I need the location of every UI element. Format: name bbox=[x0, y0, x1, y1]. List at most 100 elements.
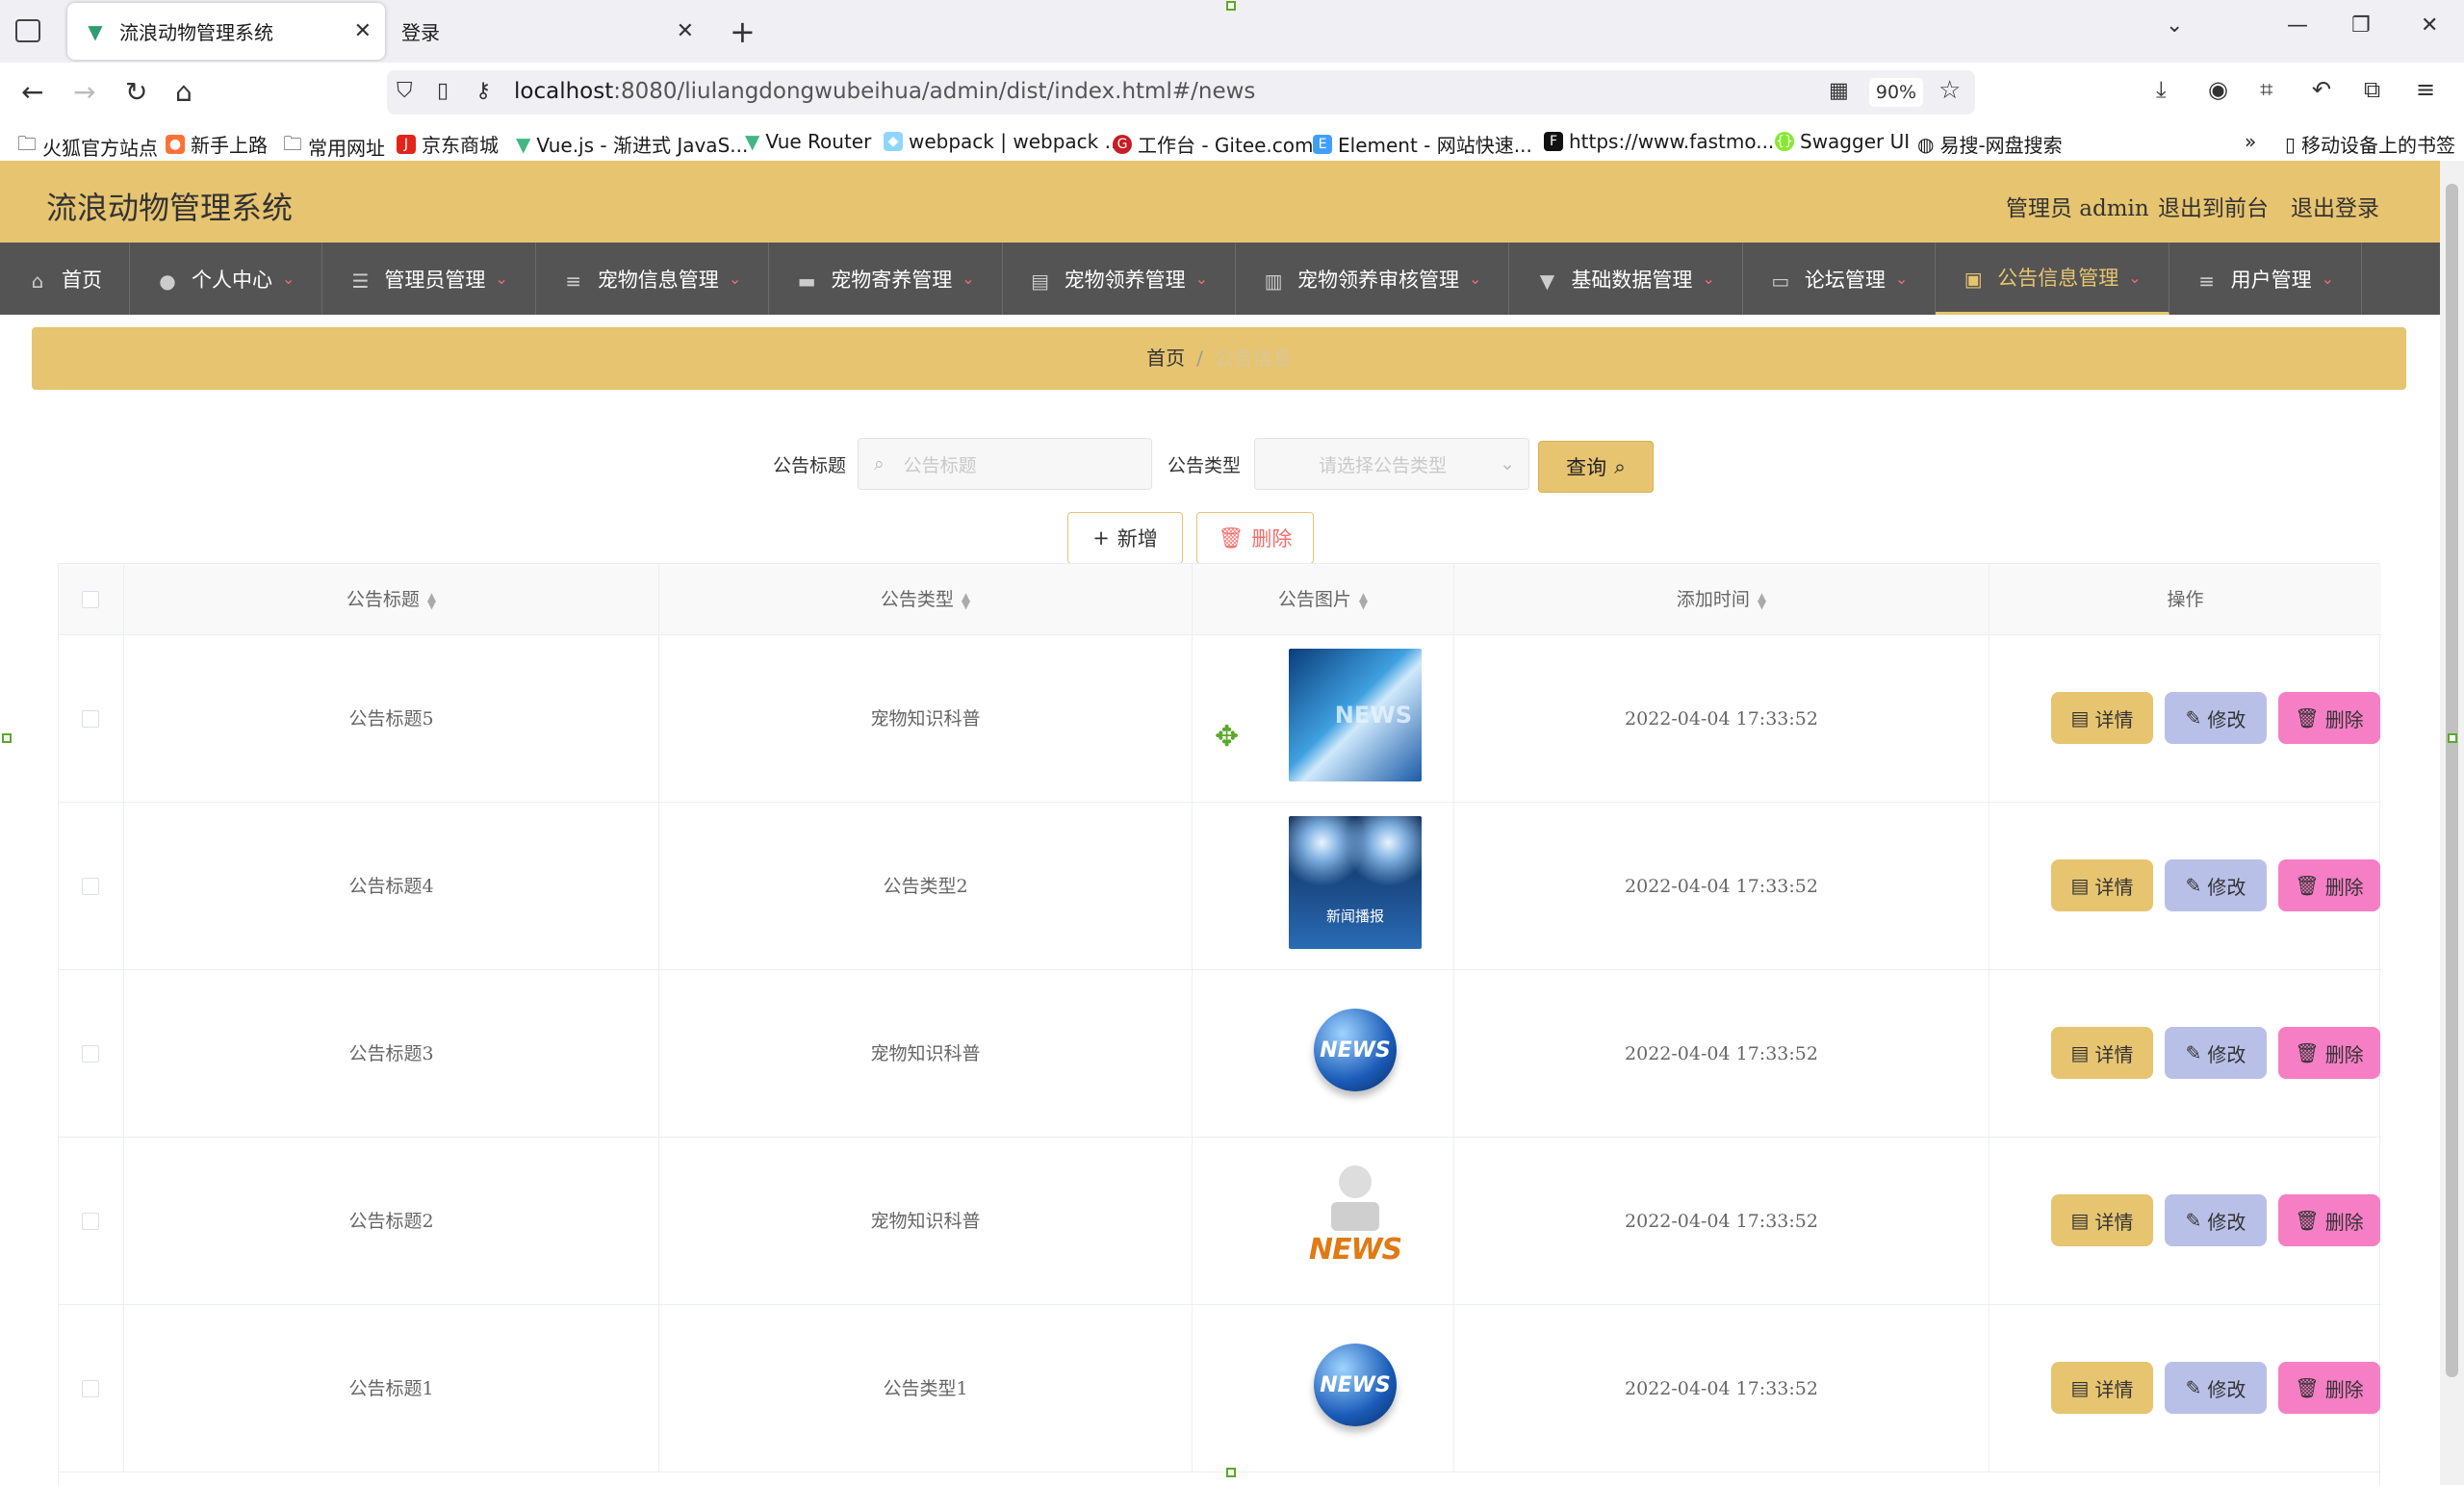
type-select[interactable]: 请选择公告类型 ⌄ bbox=[1254, 438, 1530, 490]
tab-overview-icon[interactable] bbox=[15, 19, 40, 42]
tab-login[interactable]: 登录 ✕ bbox=[390, 3, 707, 60]
batch-delete-button[interactable]: 🗑 删除 bbox=[1196, 512, 1314, 564]
breadcrumb-home[interactable]: 首页 bbox=[1146, 346, 1185, 370]
menu-item-adopt-review[interactable]: ▥ 宠物领养审核管理 ⌄ bbox=[1236, 243, 1510, 315]
detail-button[interactable]: ▤ 详情 bbox=[2051, 1362, 2153, 1414]
menu-item-profile[interactable]: ● 个人中心 ⌄ bbox=[130, 243, 323, 315]
page-scrollbar[interactable] bbox=[2440, 161, 2464, 1485]
zoom-level[interactable]: 90% bbox=[1869, 78, 1923, 107]
bookmark-item[interactable]: {} Swagger UI bbox=[1775, 130, 1910, 153]
sort-icon[interactable]: ▲ ▼ bbox=[427, 591, 436, 610]
menu-item-admins[interactable]: ☰ 管理员管理 ⌄ bbox=[322, 243, 536, 315]
menu-item-pets[interactable]: ≡ 宠物信息管理 ⌄ bbox=[536, 243, 770, 315]
menu-item-users[interactable]: ≡ 用户管理 ⌄ bbox=[2169, 243, 2363, 315]
row-select-cell bbox=[59, 1138, 124, 1305]
select-all-cell bbox=[59, 564, 124, 635]
delete-button[interactable]: 🗑 删除 bbox=[2278, 1027, 2380, 1079]
new-tab-icon[interactable]: + bbox=[730, 13, 756, 50]
hamburger-icon[interactable]: ≡ bbox=[2416, 76, 2435, 103]
star-icon[interactable]: ☆ bbox=[1938, 76, 1961, 105]
select-all-checkbox[interactable] bbox=[82, 591, 99, 608]
menu-item-adopt[interactable]: ▤ 宠物领养管理 ⌄ bbox=[1003, 243, 1237, 315]
account-icon[interactable]: ◉ bbox=[2208, 76, 2228, 103]
bookmark-item[interactable]: ▼ Vue.js - 渐进式 JavaS... bbox=[516, 130, 748, 158]
delete-button[interactable]: 🗑 删除 bbox=[2278, 1194, 2380, 1246]
sort-icon[interactable]: ▲ ▼ bbox=[1758, 591, 1766, 610]
edit-button[interactable]: ✎ 修改 bbox=[2165, 859, 2267, 911]
edit-button[interactable]: ✎ 修改 bbox=[2165, 1362, 2267, 1414]
window-close-icon[interactable]: ✕ bbox=[2421, 13, 2438, 38]
bookmark-item[interactable]: 🗀 火狐官方站点 bbox=[17, 130, 158, 163]
more-bookmarks-icon[interactable]: » bbox=[2245, 130, 2256, 153]
menu-item-home[interactable]: ⌂ 首页 bbox=[0, 243, 130, 315]
detail-button[interactable]: ▤ 详情 bbox=[2051, 1027, 2153, 1079]
detail-button[interactable]: ▤ 详情 bbox=[2051, 692, 2153, 744]
front-link[interactable]: 退出到前台 bbox=[2158, 190, 2269, 222]
row-checkbox[interactable] bbox=[82, 1045, 99, 1063]
delete-button[interactable]: 🗑 删除 bbox=[2278, 859, 2380, 911]
row-checkbox[interactable] bbox=[82, 1213, 99, 1230]
edit-button[interactable]: ✎ 修改 bbox=[2165, 1027, 2267, 1079]
bookmark-item[interactable]: ● 新手上路 bbox=[166, 130, 268, 158]
reload-icon[interactable]: ↻ bbox=[125, 76, 147, 108]
extensions-icon[interactable]: ⧉ bbox=[2364, 76, 2380, 103]
add-button[interactable]: + 新增 bbox=[1067, 512, 1183, 564]
detail-button[interactable]: ▤ 详情 bbox=[2051, 859, 2153, 911]
edit-button[interactable]: ✎ 修改 bbox=[2165, 692, 2267, 744]
row-checkbox[interactable] bbox=[82, 878, 99, 895]
delete-button[interactable]: 🗑 删除 bbox=[2278, 692, 2380, 744]
globe-icon: ◍ bbox=[1917, 132, 1935, 156]
download-icon[interactable]: ⤓ bbox=[2156, 76, 2167, 103]
url-text[interactable]: localhost:8080/liulangdongwubeihua/admin… bbox=[514, 79, 1255, 104]
bookmark-item[interactable]: ◍ 易搜-网盘搜索 bbox=[1917, 130, 2063, 158]
col-title[interactable]: 公告标题 ▲ ▼ bbox=[124, 564, 659, 635]
undo-icon[interactable]: ↶ bbox=[2312, 76, 2331, 103]
forward-icon[interactable]: → bbox=[73, 76, 95, 108]
bookmark-item[interactable]: E Element - 网站快速... bbox=[1313, 130, 1532, 158]
tab-active[interactable]: ▼ 流浪动物管理系统 ✕ bbox=[67, 3, 385, 60]
menu-item-notice[interactable]: ▣ 公告信息管理 ⌄ bbox=[1936, 243, 2169, 315]
row-checkbox[interactable] bbox=[82, 710, 99, 728]
col-type[interactable]: 公告类型 ▲ ▼ bbox=[659, 564, 1193, 635]
back-icon[interactable]: ← bbox=[21, 76, 43, 108]
title-search-input[interactable]: ⌕ 公告标题 bbox=[858, 438, 1153, 490]
edit-button[interactable]: ✎ 修改 bbox=[2165, 1194, 2267, 1246]
chevron-down-icon: ⌄ bbox=[1702, 269, 1715, 288]
bookmark-item[interactable]: Fhttps://www.fastmo... bbox=[1544, 130, 1774, 153]
search-icon: ⌕ bbox=[1614, 454, 1626, 478]
sort-icon[interactable]: ▲ ▼ bbox=[962, 591, 970, 610]
qr-icon[interactable]: ▦ bbox=[1829, 79, 1849, 103]
col-time[interactable]: 添加时间 ▲ ▼ bbox=[1454, 564, 1989, 635]
crop-icon[interactable]: ⌗ bbox=[2260, 76, 2273, 103]
sort-icon[interactable]: ▲ ▼ bbox=[1359, 591, 1368, 610]
home-icon[interactable]: ⌂ bbox=[175, 76, 192, 108]
chevron-down-icon: ⌄ bbox=[495, 269, 508, 288]
row-checkbox[interactable] bbox=[82, 1380, 99, 1397]
menu-item-foster[interactable]: ▬ 宠物寄养管理 ⌄ bbox=[769, 243, 1003, 315]
col-image[interactable]: 公告图片 ▲ ▼ bbox=[1193, 564, 1454, 635]
detail-button[interactable]: ▤ 详情 bbox=[2051, 1194, 2153, 1246]
minimize-icon[interactable]: — bbox=[2287, 13, 2308, 38]
delete-button[interactable]: 🗑 删除 bbox=[2278, 1362, 2380, 1414]
bookmark-item[interactable]: ▯ 移动设备上的书签 bbox=[2285, 130, 2455, 158]
scrollbar-thumb[interactable] bbox=[2446, 184, 2458, 1377]
close-tab-icon[interactable]: ✕ bbox=[677, 19, 694, 43]
logout-link[interactable]: 退出登录 bbox=[2291, 190, 2379, 222]
bookmark-item[interactable]: G 工作台 - Gitee.com bbox=[1113, 130, 1314, 158]
menu-item-forum[interactable]: ▭ 论坛管理 ⌄ bbox=[1743, 243, 1937, 315]
notice-title: 公告标题1 bbox=[124, 1305, 659, 1472]
element-icon: E bbox=[1313, 134, 1332, 154]
bookmark-item[interactable]: 🗀 常用网址 bbox=[283, 130, 385, 163]
table-row: 公告标题5 宠物知识科普 NEWS 2022-04-04 17:33:52 ▤ 详情 ✎ 修改… bbox=[59, 635, 2381, 803]
trash-icon: 🗑 bbox=[2295, 1209, 2320, 1232]
bookmark-item[interactable]: ◆ webpack | webpack ... bbox=[884, 130, 1123, 153]
close-tab-icon[interactable]: ✕ bbox=[354, 19, 372, 43]
restore-icon[interactable]: ❐ bbox=[2351, 13, 2371, 38]
bookmark-item[interactable]: J 京东商城 bbox=[397, 130, 499, 158]
address-bar[interactable]: ⛉ ▯ ⚷ localhost:8080/liulangdongwubeihua… bbox=[387, 70, 1975, 115]
menu-item-basedata[interactable]: ▼ 基础数据管理 ⌄ bbox=[1509, 243, 1743, 315]
chevron-down-icon[interactable]: ⌄ bbox=[2166, 13, 2183, 38]
pencil-icon: ✎ bbox=[2185, 1209, 2202, 1232]
bookmark-item[interactable]: ▼ Vue Router bbox=[745, 130, 871, 153]
query-button[interactable]: 查询 ⌕ bbox=[1538, 441, 1654, 493]
